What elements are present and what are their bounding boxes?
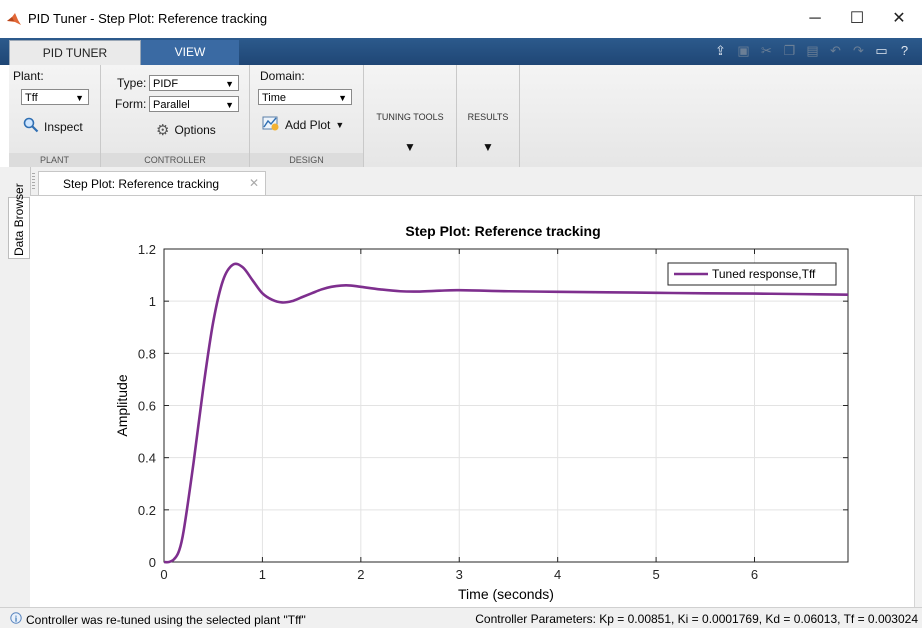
undo-icon[interactable]: ↶ <box>826 42 845 60</box>
y-tick-label: 1 <box>149 294 156 309</box>
add-plot-icon <box>262 115 280 134</box>
type-value: PIDF <box>153 78 179 90</box>
plant-section-footer: PLANT <box>9 153 100 167</box>
cut-icon[interactable]: ✂ <box>757 42 776 60</box>
copy-icon[interactable]: ❐ <box>780 42 799 60</box>
window-title: PID Tuner - Step Plot: Reference trackin… <box>28 11 268 26</box>
toolstrip-tabs: PID TUNER VIEW ⇪ ▣ ✂ ❐ ▤ ↶ ↷ ▭ ? <box>0 38 922 66</box>
legend[interactable]: Tuned response,Tff <box>667 262 837 286</box>
chart-title: Step Plot: Reference tracking <box>405 223 600 239</box>
info-icon: i <box>10 612 22 627</box>
results-label: RESULTS <box>467 112 509 122</box>
ribbon: Plant: Tff ▼ Inspect PLANT Type: PIDF ▼ … <box>9 65 922 168</box>
add-plot-button[interactable]: Add Plot ▼ <box>262 115 344 134</box>
x-tick-label: 1 <box>259 567 266 582</box>
series-line-tuned-response[interactable] <box>163 262 849 564</box>
y-tick-label: 0 <box>149 555 156 570</box>
chevron-down-icon: ▼ <box>338 93 347 103</box>
gear-icon: ⚙ <box>156 122 170 139</box>
status-left-text: Controller was re-tuned using the select… <box>26 612 306 627</box>
chevron-down-icon: ▼ <box>225 79 234 89</box>
maximize-button[interactable]: ☐ <box>842 8 872 30</box>
paste-icon[interactable]: ▤ <box>803 42 822 60</box>
form-dropdown[interactable]: Parallel ▼ <box>149 96 239 112</box>
plant-dropdown[interactable]: Tff ▼ <box>21 89 89 105</box>
chevron-down-icon: ▼ <box>335 119 345 130</box>
data-browser-label: Data Browser <box>12 183 26 256</box>
chevron-down-icon: ▼ <box>482 140 494 154</box>
results-button[interactable]: RESULTS ▼ <box>457 65 520 167</box>
redo-icon[interactable]: ↷ <box>849 42 868 60</box>
layout-icon[interactable]: ▭ <box>872 42 891 60</box>
y-tick-label: 0.2 <box>138 503 156 518</box>
plant-label: Plant: <box>13 69 44 83</box>
add-plot-label: Add Plot <box>285 117 331 132</box>
magnifier-icon <box>23 117 39 136</box>
chevron-down-icon: ▼ <box>225 100 234 110</box>
close-icon[interactable]: ✕ <box>249 176 259 190</box>
matlab-icon <box>6 11 22 30</box>
document-tab-bar: Step Plot: Reference tracking ✕ <box>0 167 922 196</box>
quick-access-toolbar: ⇪ ▣ ✂ ❐ ▤ ↶ ↷ ▭ ? <box>711 42 914 62</box>
save-icon[interactable]: ▣ <box>734 42 753 60</box>
tuning-tools-label: TUNING TOOLS <box>376 112 444 122</box>
form-label: Form: <box>115 97 147 111</box>
status-bar: i Controller was re-tuned using the sele… <box>0 607 922 628</box>
plant-value: Tff <box>25 92 38 104</box>
design-section: Domain: Time ▼ Add Plot ▼ DESIGN <box>250 65 364 167</box>
x-tick-label: 0 <box>160 567 167 582</box>
close-button[interactable]: ✕ <box>884 8 914 30</box>
x-tick-label: 3 <box>456 567 463 582</box>
drag-handle[interactable] <box>32 173 35 189</box>
options-label: Options <box>174 123 216 137</box>
tab-pid-tuner[interactable]: PID TUNER <box>9 40 141 66</box>
domain-value: Time <box>262 92 287 104</box>
x-tick-label: 5 <box>652 567 659 582</box>
y-tick-label: 0.8 <box>138 346 156 361</box>
controller-parameters: Controller Parameters: Kp = 0.00851, Ki … <box>475 612 918 626</box>
chevron-down-icon: ▼ <box>404 140 416 154</box>
tab-view[interactable]: VIEW <box>141 40 239 65</box>
x-tick-label: 6 <box>751 567 758 582</box>
help-icon[interactable]: ? <box>895 42 914 60</box>
title-bar: PID Tuner - Step Plot: Reference trackin… <box>0 0 922 38</box>
y-tick-label: 1.2 <box>138 242 156 257</box>
controller-section: Type: PIDF ▼ Form: Parallel ▼ ⚙ Options … <box>101 65 250 167</box>
domain-dropdown[interactable]: Time ▼ <box>258 89 352 105</box>
y-axis-label: Amplitude <box>114 374 130 436</box>
series-layer <box>163 262 849 564</box>
data-browser-tab[interactable]: Data Browser <box>8 183 30 259</box>
y-tick-label: 0.4 <box>138 451 156 466</box>
status-message: i Controller was re-tuned using the sele… <box>10 612 306 627</box>
chevron-down-icon: ▼ <box>75 93 84 103</box>
tab-step-plot-label: Step Plot: Reference tracking <box>63 177 220 191</box>
x-axis-label: Time (seconds) <box>458 586 554 602</box>
step-plot-chart: Step Plot: Reference tracking 0 1 2 3 4 5 6 0 0.… <box>114 223 849 602</box>
legend-entry: Tuned response,Tff <box>712 267 816 281</box>
y-tick-label: 0.6 <box>138 399 156 414</box>
minimize-button[interactable]: ─ <box>800 8 830 30</box>
export-icon[interactable]: ⇪ <box>711 42 730 60</box>
inspect-label: Inspect <box>44 119 83 134</box>
scrollbar[interactable] <box>914 196 922 607</box>
design-section-footer: DESIGN <box>250 153 363 167</box>
plot-area: Step Plot: Reference tracking 0 1 2 3 4 5 6 0 0.… <box>30 196 922 607</box>
tab-step-plot[interactable]: Step Plot: Reference tracking ✕ <box>38 171 266 195</box>
inspect-button[interactable]: Inspect <box>23 117 83 136</box>
options-button[interactable]: ⚙ Options <box>156 121 216 139</box>
type-dropdown[interactable]: PIDF ▼ <box>149 75 239 91</box>
plant-section: Plant: Tff ▼ Inspect PLANT <box>9 65 101 167</box>
domain-label: Domain: <box>260 69 305 83</box>
side-panel-strip: Data Browser <box>0 167 31 607</box>
x-tick-label: 4 <box>554 567 561 582</box>
controller-section-footer: CONTROLLER <box>101 153 249 167</box>
type-label: Type: <box>117 76 147 90</box>
x-tick-label: 2 <box>357 567 364 582</box>
tuning-tools-button[interactable]: TUNING TOOLS ▼ <box>364 65 457 167</box>
form-value: Parallel <box>153 99 190 111</box>
